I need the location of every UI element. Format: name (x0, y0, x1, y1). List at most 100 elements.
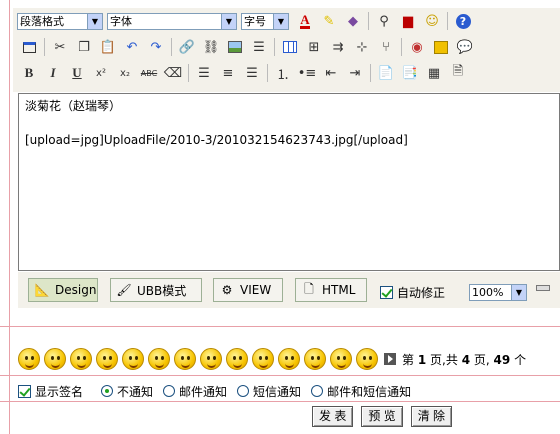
emoticon-bar: 第 1 页,共 4 页, 49 个 (18, 346, 526, 372)
view-mode-tab[interactable]: ⚙ VIEW (213, 278, 283, 302)
cut-icon[interactable]: ✂ (49, 36, 71, 58)
comment-icon[interactable]: 💬 (454, 36, 476, 58)
special-char-icon[interactable]: ◆ (342, 10, 364, 32)
font-size-select[interactable]: 字号 ▼ (241, 12, 289, 30)
horizontal-rule-icon[interactable]: ☰ (248, 36, 270, 58)
link-icon[interactable]: 🔗 (176, 36, 198, 58)
design-mode-tab[interactable]: 📐 Design (28, 278, 98, 302)
html-icon: 🗋 (304, 281, 314, 296)
undo-icon[interactable]: ↶ (121, 36, 143, 58)
pager-prefix: 第 (402, 352, 415, 367)
smiley-icon[interactable] (44, 348, 66, 370)
copy-icon[interactable]: ❐ (73, 36, 95, 58)
chevron-down-icon: ▼ (221, 13, 236, 29)
eraser-icon[interactable]: ⌫ (162, 62, 184, 84)
clear-button[interactable]: 清 除 (410, 406, 453, 427)
paste-text-icon[interactable]: 📄 (375, 62, 397, 84)
editor-line: 淡菊花（赵瑞琴） (25, 99, 122, 113)
smiley-icon[interactable] (96, 348, 118, 370)
split-cells-icon[interactable]: ⑂ (375, 36, 397, 58)
find-icon[interactable]: ⚲ (373, 10, 395, 32)
unlink-icon[interactable]: ⛓ (200, 36, 222, 58)
notify-sms-radio[interactable] (237, 385, 250, 397)
highlight-icon[interactable]: ✎ (318, 10, 340, 32)
superscript-icon[interactable]: x² (90, 62, 112, 84)
submit-button[interactable]: 发 表 (312, 406, 354, 427)
smiley-icon[interactable] (304, 348, 326, 370)
notify-email-option[interactable]: 邮件通知 (163, 383, 227, 400)
paste-icon[interactable]: 📋 (97, 36, 119, 58)
font-color-icon[interactable]: A (294, 10, 316, 32)
image-icon[interactable] (224, 36, 246, 58)
italic-button[interactable]: I (42, 62, 64, 84)
html-mode-tab[interactable]: 🗋 HTML (295, 278, 367, 302)
select-all-icon[interactable]: ▦ (423, 62, 445, 84)
show-signature-option[interactable]: 显示签名 (18, 383, 83, 400)
frame-line (9, 0, 10, 434)
smiley-icon[interactable] (226, 348, 248, 370)
smiley-icon[interactable] (18, 348, 40, 370)
strikethrough-icon[interactable]: ABC (138, 62, 160, 84)
font-select[interactable]: 字体 ▼ (107, 12, 237, 30)
editor-content-area[interactable]: 淡菊花（赵瑞琴） [upload=jpg]UploadFile/2010-3/2… (18, 93, 560, 271)
notify-sms-option[interactable]: 短信通知 (237, 383, 301, 400)
show-signature-checkbox[interactable] (18, 384, 31, 398)
next-page-icon[interactable] (384, 353, 396, 365)
smiley-icon[interactable] (200, 348, 222, 370)
table-icon[interactable] (279, 36, 301, 58)
toolbar-separator (368, 12, 369, 30)
autofix-option[interactable]: 自动修正 (380, 284, 445, 301)
unordered-list-icon[interactable]: •≡ (296, 62, 318, 84)
align-right-icon[interactable]: ☰ (241, 62, 263, 84)
paragraph-format-value: 段落格式 (20, 14, 64, 28)
ordered-list-icon[interactable]: ⒈ (272, 62, 294, 84)
smiley-icon[interactable] (148, 348, 170, 370)
flag-icon[interactable]: ▆ (397, 10, 419, 32)
smiley-icon[interactable] (278, 348, 300, 370)
help-icon[interactable]: ? (452, 10, 474, 32)
autofix-checkbox[interactable] (380, 286, 393, 299)
smiley-icon[interactable] (174, 348, 196, 370)
flash-icon[interactable] (430, 36, 452, 58)
align-center-icon[interactable]: ≡ (217, 62, 239, 84)
media-icon[interactable]: ◉ (406, 36, 428, 58)
merge-cells-icon[interactable]: ⊹ (351, 36, 373, 58)
toolbar-separator (188, 64, 189, 82)
view-mode-label: VIEW (240, 283, 272, 297)
notify-both-radio[interactable] (311, 385, 324, 397)
frame-line (0, 326, 560, 327)
zoom-select[interactable]: 100% ▼ (469, 284, 527, 301)
notify-both-label: 邮件和短信通知 (327, 384, 412, 399)
subscript-icon[interactable]: x₂ (114, 62, 136, 84)
preview-button[interactable]: 预 览 (361, 406, 403, 427)
smiley-icon[interactable] (122, 348, 144, 370)
document-icon[interactable]: 🗎 (447, 62, 469, 84)
bold-button[interactable]: B (18, 62, 40, 84)
smiley-icon[interactable] (70, 348, 92, 370)
redo-icon[interactable]: ↷ (145, 36, 167, 58)
fullscreen-icon[interactable] (18, 36, 40, 58)
notify-email-radio[interactable] (163, 385, 176, 397)
notify-none-option[interactable]: 不通知 (101, 383, 153, 400)
indent-icon[interactable]: ⇥ (344, 62, 366, 84)
notify-both-option[interactable]: 邮件和短信通知 (311, 383, 411, 400)
collapse-icon[interactable] (536, 285, 550, 291)
smiley-icon[interactable] (252, 348, 274, 370)
paste-word-icon[interactable]: 📑 (399, 62, 421, 84)
smiley-icon[interactable]: ☺ (421, 10, 443, 32)
paragraph-format-select[interactable]: 段落格式 ▼ (17, 12, 103, 30)
chevron-down-icon: ▼ (273, 13, 288, 29)
align-left-icon[interactable]: ☰ (193, 62, 215, 84)
smiley-icon[interactable] (356, 348, 378, 370)
smiley-icon[interactable] (330, 348, 352, 370)
pager-count: 49 (493, 352, 511, 367)
outdent-icon[interactable]: ⇤ (320, 62, 342, 84)
insert-row-icon[interactable]: ⊞ (303, 36, 325, 58)
insert-column-icon[interactable]: ⇉ (327, 36, 349, 58)
toolbar-separator (447, 12, 448, 30)
notify-sms-label: 短信通知 (253, 384, 302, 399)
notify-none-radio[interactable] (101, 385, 114, 397)
ubb-mode-tab[interactable]: 🖌 UBB模式 (110, 278, 202, 302)
font-value: 字体 (110, 14, 132, 28)
underline-button[interactable]: U (66, 62, 88, 84)
